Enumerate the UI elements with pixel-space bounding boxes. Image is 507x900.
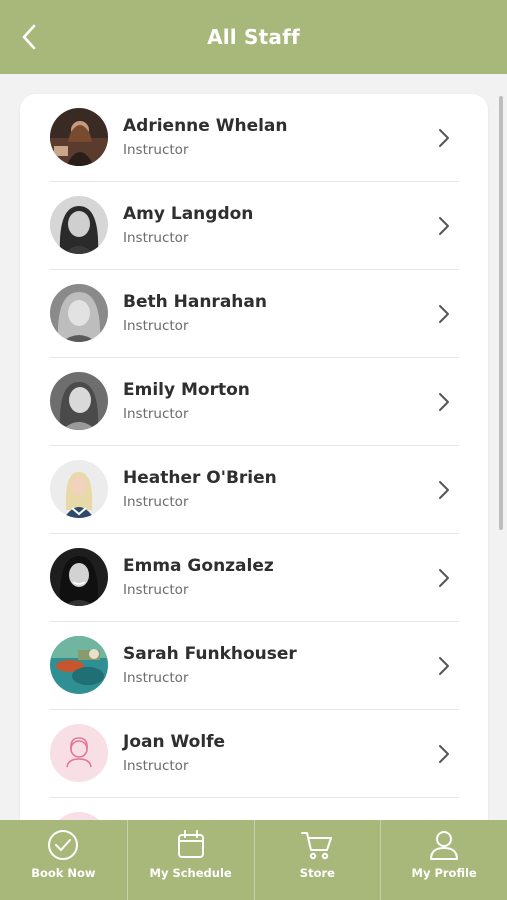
staff-name: Emma Gonzalez — [123, 556, 274, 576]
chevron-right-icon — [439, 745, 449, 763]
staff-role: Instructor — [123, 758, 189, 774]
tab-label: My Schedule — [149, 866, 232, 880]
staff-name: Beth Hanrahan — [123, 292, 267, 312]
tab-book-now[interactable]: Book Now — [0, 820, 127, 900]
staff-name: Joan Wolfe — [123, 732, 226, 752]
staff-row-joan-wolfe[interactable]: Joan Wolfe Instructor — [50, 710, 459, 798]
person-placeholder-icon — [66, 737, 92, 768]
check-circle-icon — [48, 830, 79, 860]
staff-row-emily-morton[interactable]: Emily Morton Instructor — [50, 358, 459, 446]
tab-label: My Profile — [411, 866, 477, 880]
back-button[interactable] — [14, 22, 44, 52]
staff-name: Sarah Funkhouser — [123, 644, 297, 664]
staff-role: Instructor — [123, 318, 189, 334]
bottom-tab-bar: Book Now My Schedule Store My Profile — [0, 820, 507, 900]
scrollbar[interactable] — [499, 96, 503, 530]
avatar-placeholder — [50, 724, 108, 782]
staff-name: Emily Morton — [123, 380, 250, 400]
chevron-right-icon — [439, 569, 449, 587]
staff-role: Instructor — [123, 406, 189, 422]
tab-my-schedule[interactable]: My Schedule — [126, 820, 254, 900]
page-title: All Staff — [207, 25, 300, 49]
staff-role: Instructor — [123, 142, 189, 158]
chevron-right-icon — [439, 393, 449, 411]
staff-list: Adrienne Whelan Instructor Amy Langdon I… — [20, 94, 488, 854]
staff-role: Instructor — [123, 494, 189, 510]
cart-icon — [301, 832, 333, 860]
calendar-icon — [177, 830, 204, 858]
staff-role: Instructor — [123, 670, 189, 686]
tab-label: Book Now — [31, 866, 96, 880]
staff-row-sarah-funkhouser[interactable]: Sarah Funkhouser Instructor — [50, 622, 459, 710]
avatar — [50, 108, 108, 166]
staff-name: Amy Langdon — [123, 204, 254, 224]
chevron-left-icon — [22, 24, 36, 50]
avatar — [50, 636, 108, 694]
chevron-right-icon — [439, 129, 449, 147]
staff-row-heather-obrien[interactable]: Heather O'Brien Instructor — [50, 446, 459, 534]
tab-my-profile[interactable]: My Profile — [380, 820, 507, 900]
staff-row-amy-langdon[interactable]: Amy Langdon Instructor — [50, 182, 459, 270]
avatar — [50, 460, 108, 518]
staff-row-adrienne-whelan[interactable]: Adrienne Whelan Instructor — [50, 94, 459, 182]
chevron-right-icon — [439, 305, 449, 323]
tab-store[interactable]: Store — [253, 820, 381, 900]
chevron-right-icon — [439, 217, 449, 235]
staff-role: Instructor — [123, 582, 189, 598]
app-header: All Staff — [0, 0, 507, 74]
chevron-right-icon — [439, 481, 449, 499]
staff-role: Instructor — [123, 230, 189, 246]
user-icon — [430, 831, 459, 860]
avatar — [50, 372, 108, 430]
staff-name: Heather O'Brien — [123, 468, 277, 488]
staff-row-emma-gonzalez[interactable]: Emma Gonzalez Instructor — [50, 534, 459, 622]
avatar — [50, 284, 108, 342]
tab-label: Store — [299, 866, 335, 880]
avatar — [50, 548, 108, 606]
staff-name: Adrienne Whelan — [123, 116, 288, 136]
avatar — [50, 196, 108, 254]
staff-row-beth-hanrahan[interactable]: Beth Hanrahan Instructor — [50, 270, 459, 358]
chevron-right-icon — [439, 657, 449, 675]
